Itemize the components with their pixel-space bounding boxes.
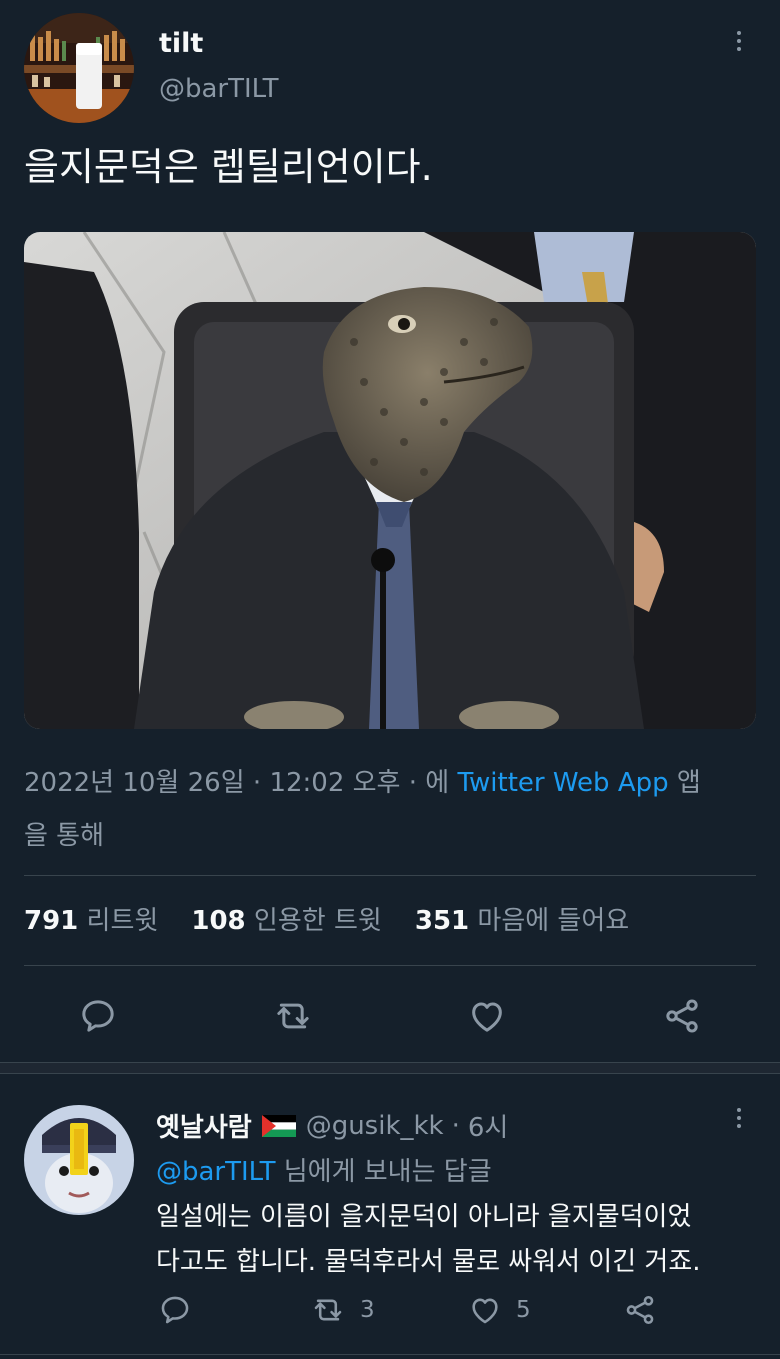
author-avatar[interactable]: [24, 13, 134, 123]
reply-text: 일설에는 이름이 을지문덕이 아니라 을지물덕이었 다고도 합니다. 물덕후라서…: [156, 1195, 701, 1285]
replying-to-handle[interactable]: @barTILT: [156, 1157, 275, 1187]
like-button[interactable]: [467, 996, 507, 1036]
reply-button[interactable]: [78, 996, 118, 1036]
replying-to-label: 님에게 보내는 답글: [283, 1157, 492, 1187]
reply-like-count: 5: [516, 1297, 531, 1323]
divider: [24, 965, 756, 966]
divider: [24, 875, 756, 876]
meta-separator: ·: [252, 768, 262, 798]
likes-count: 351: [414, 906, 470, 936]
lizard-man-photo: [24, 232, 756, 729]
retweets-stat[interactable]: 791 리트윗: [24, 906, 167, 936]
meta-separator: ·: [408, 768, 418, 798]
reply-text-line: 다고도 합니다. 물덕후라서 물로 싸워서 이긴 거죠.: [156, 1247, 701, 1277]
retweet-button[interactable]: [272, 996, 314, 1036]
quotes-count: 108: [191, 906, 246, 936]
share-button[interactable]: [662, 996, 702, 1036]
reply-separator: ·: [451, 1110, 460, 1141]
reply-author-name[interactable]: 옛날사람: [156, 1107, 252, 1144]
share-icon: [626, 1295, 654, 1325]
tweet-stats: 791 리트윗 108 인용한 트윗 351 마음에 들어요: [24, 900, 629, 937]
reply-avatar[interactable]: [24, 1105, 134, 1215]
quotes-label: 인용한 트윗: [253, 906, 382, 936]
tweet-time[interactable]: 12:02 오후: [269, 768, 400, 798]
like-icon: [472, 1298, 498, 1324]
reply-retweet-count: 3: [360, 1297, 375, 1323]
likes-stat[interactable]: 351 마음에 들어요: [415, 906, 629, 936]
like-icon: [472, 1002, 502, 1032]
retweets-label: 리트윗: [86, 906, 159, 936]
tweet-image[interactable]: [24, 232, 756, 729]
share-icon: [666, 999, 698, 1033]
reply-retweet-button[interactable]: 3: [310, 1293, 375, 1327]
via-suffix: 앱: [676, 768, 701, 798]
retweet-icon: [314, 1299, 342, 1321]
via-prefix: 에: [425, 768, 450, 798]
reply-icon: [161, 1296, 189, 1324]
more-options-icon[interactable]: [735, 31, 743, 51]
reply-time[interactable]: 6시: [468, 1107, 508, 1144]
author-handle[interactable]: @barTILT: [159, 74, 278, 104]
palestine-flag-icon: [261, 1114, 296, 1137]
reply-share-button[interactable]: [623, 1293, 657, 1327]
retweets-count: 791: [24, 906, 79, 936]
likes-label: 마음에 들어요: [477, 906, 630, 936]
reply-icon: [82, 1000, 114, 1032]
author-name[interactable]: tilt: [159, 28, 203, 59]
jiangshi-avatar-image: [24, 1105, 134, 1215]
quotes-stat[interactable]: 108 인용한 트윗: [191, 906, 390, 936]
tweet-date[interactable]: 2022년 10월 26일: [24, 768, 245, 798]
via-suffix-2: 을 통해: [24, 821, 105, 851]
bottom-divider: [0, 1354, 780, 1355]
reply-header: 옛날사람 @gusik_kk · 6시: [156, 1107, 508, 1144]
replying-to: @barTILT 님에게 보내는 답글: [156, 1151, 492, 1188]
reply-text-line: 일설에는 이름이 을지문덕이 아니라 을지물덕이었: [156, 1202, 692, 1232]
reply-author-handle[interactable]: @gusik_kk: [306, 1111, 444, 1141]
bar-avatar-image: [24, 13, 134, 123]
source-link[interactable]: Twitter Web App: [457, 768, 668, 798]
retweet-icon: [277, 1003, 309, 1029]
tweet-text: 을지문덕은 렙틸리언이다.: [24, 145, 433, 189]
tweet-meta: 2022년 10월 26일 · 12:02 오후 · 에 Twitter Web…: [24, 757, 754, 863]
section-divider: [0, 1062, 780, 1074]
reply-reply-button[interactable]: [158, 1293, 192, 1327]
reply-more-options-icon[interactable]: [735, 1108, 743, 1128]
reply-like-button[interactable]: 5: [468, 1293, 531, 1327]
